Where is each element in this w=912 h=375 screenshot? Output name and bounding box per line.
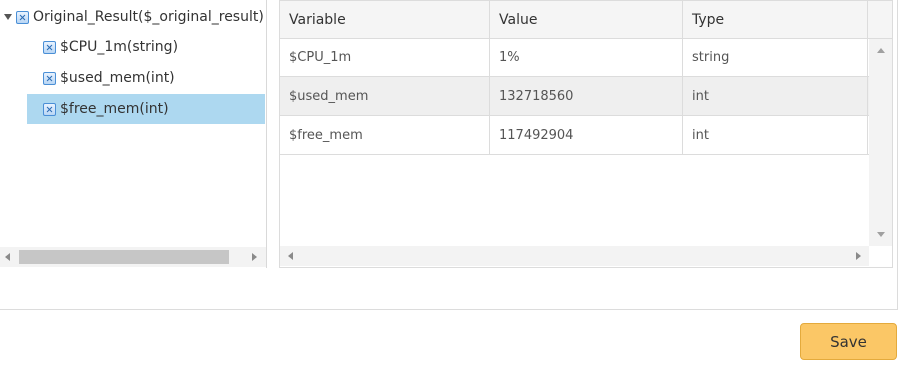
tree-item-label: $used_mem(int) (60, 70, 175, 86)
save-button[interactable]: Save (800, 323, 897, 360)
scroll-down-icon[interactable] (877, 232, 885, 237)
cell-type: int (683, 116, 868, 154)
tree-item-cpu-1m[interactable]: $CPU_1m(string) (43, 32, 178, 62)
expand-arrow-icon[interactable] (4, 14, 12, 20)
cell-type: int (683, 77, 868, 115)
scroll-right-icon[interactable] (252, 253, 257, 261)
cell-variable: $used_mem (280, 77, 490, 115)
tree-root-node[interactable]: Original_Result($_original_result) (2, 2, 264, 32)
tree-horizontal-scrollbar[interactable] (0, 247, 266, 267)
cell-variable: $free_mem (280, 116, 490, 154)
cell-type: string (683, 38, 868, 76)
tree-root-label: Original_Result($_original_result) (33, 9, 264, 25)
scroll-left-icon[interactable] (5, 253, 10, 261)
grid-vertical-scrollbar[interactable] (869, 39, 892, 246)
column-header-value[interactable]: Value (490, 1, 683, 38)
column-header-type[interactable]: Type (683, 1, 868, 38)
grid-header: Variable Value Type (280, 1, 892, 39)
variable-node-icon (43, 40, 56, 54)
table-row[interactable]: $used_mem 132718560 int (280, 77, 869, 116)
variable-node-icon (43, 71, 56, 85)
tree-panel: Original_Result($_original_result) $CPU_… (0, 0, 267, 268)
tree-item-free-mem[interactable]: $free_mem(int) (27, 94, 265, 124)
variable-node-icon (16, 10, 29, 24)
table-row[interactable]: $free_mem 117492904 int (280, 116, 869, 155)
scroll-left-icon[interactable] (288, 252, 293, 260)
cell-value: 1% (490, 38, 683, 76)
column-header-variable[interactable]: Variable (280, 1, 490, 38)
tree-item-used-mem[interactable]: $used_mem(int) (43, 63, 175, 93)
table-row[interactable]: $CPU_1m 1% string (280, 38, 869, 77)
scrollbar-thumb[interactable] (19, 250, 229, 264)
scroll-right-icon[interactable] (856, 252, 861, 260)
grid-horizontal-scrollbar[interactable] (280, 246, 869, 266)
tree-item-label: $CPU_1m(string) (60, 39, 179, 55)
variable-node-icon (43, 102, 56, 116)
column-header-spacer (868, 1, 892, 38)
tree-item-label: $free_mem(int) (60, 101, 169, 117)
scroll-up-icon[interactable] (877, 48, 885, 53)
cell-value: 132718560 (490, 77, 683, 115)
variables-grid: Variable Value Type $CPU_1m 1% string $u… (279, 0, 893, 268)
cell-value: 117492904 (490, 116, 683, 154)
cell-variable: $CPU_1m (280, 38, 490, 76)
